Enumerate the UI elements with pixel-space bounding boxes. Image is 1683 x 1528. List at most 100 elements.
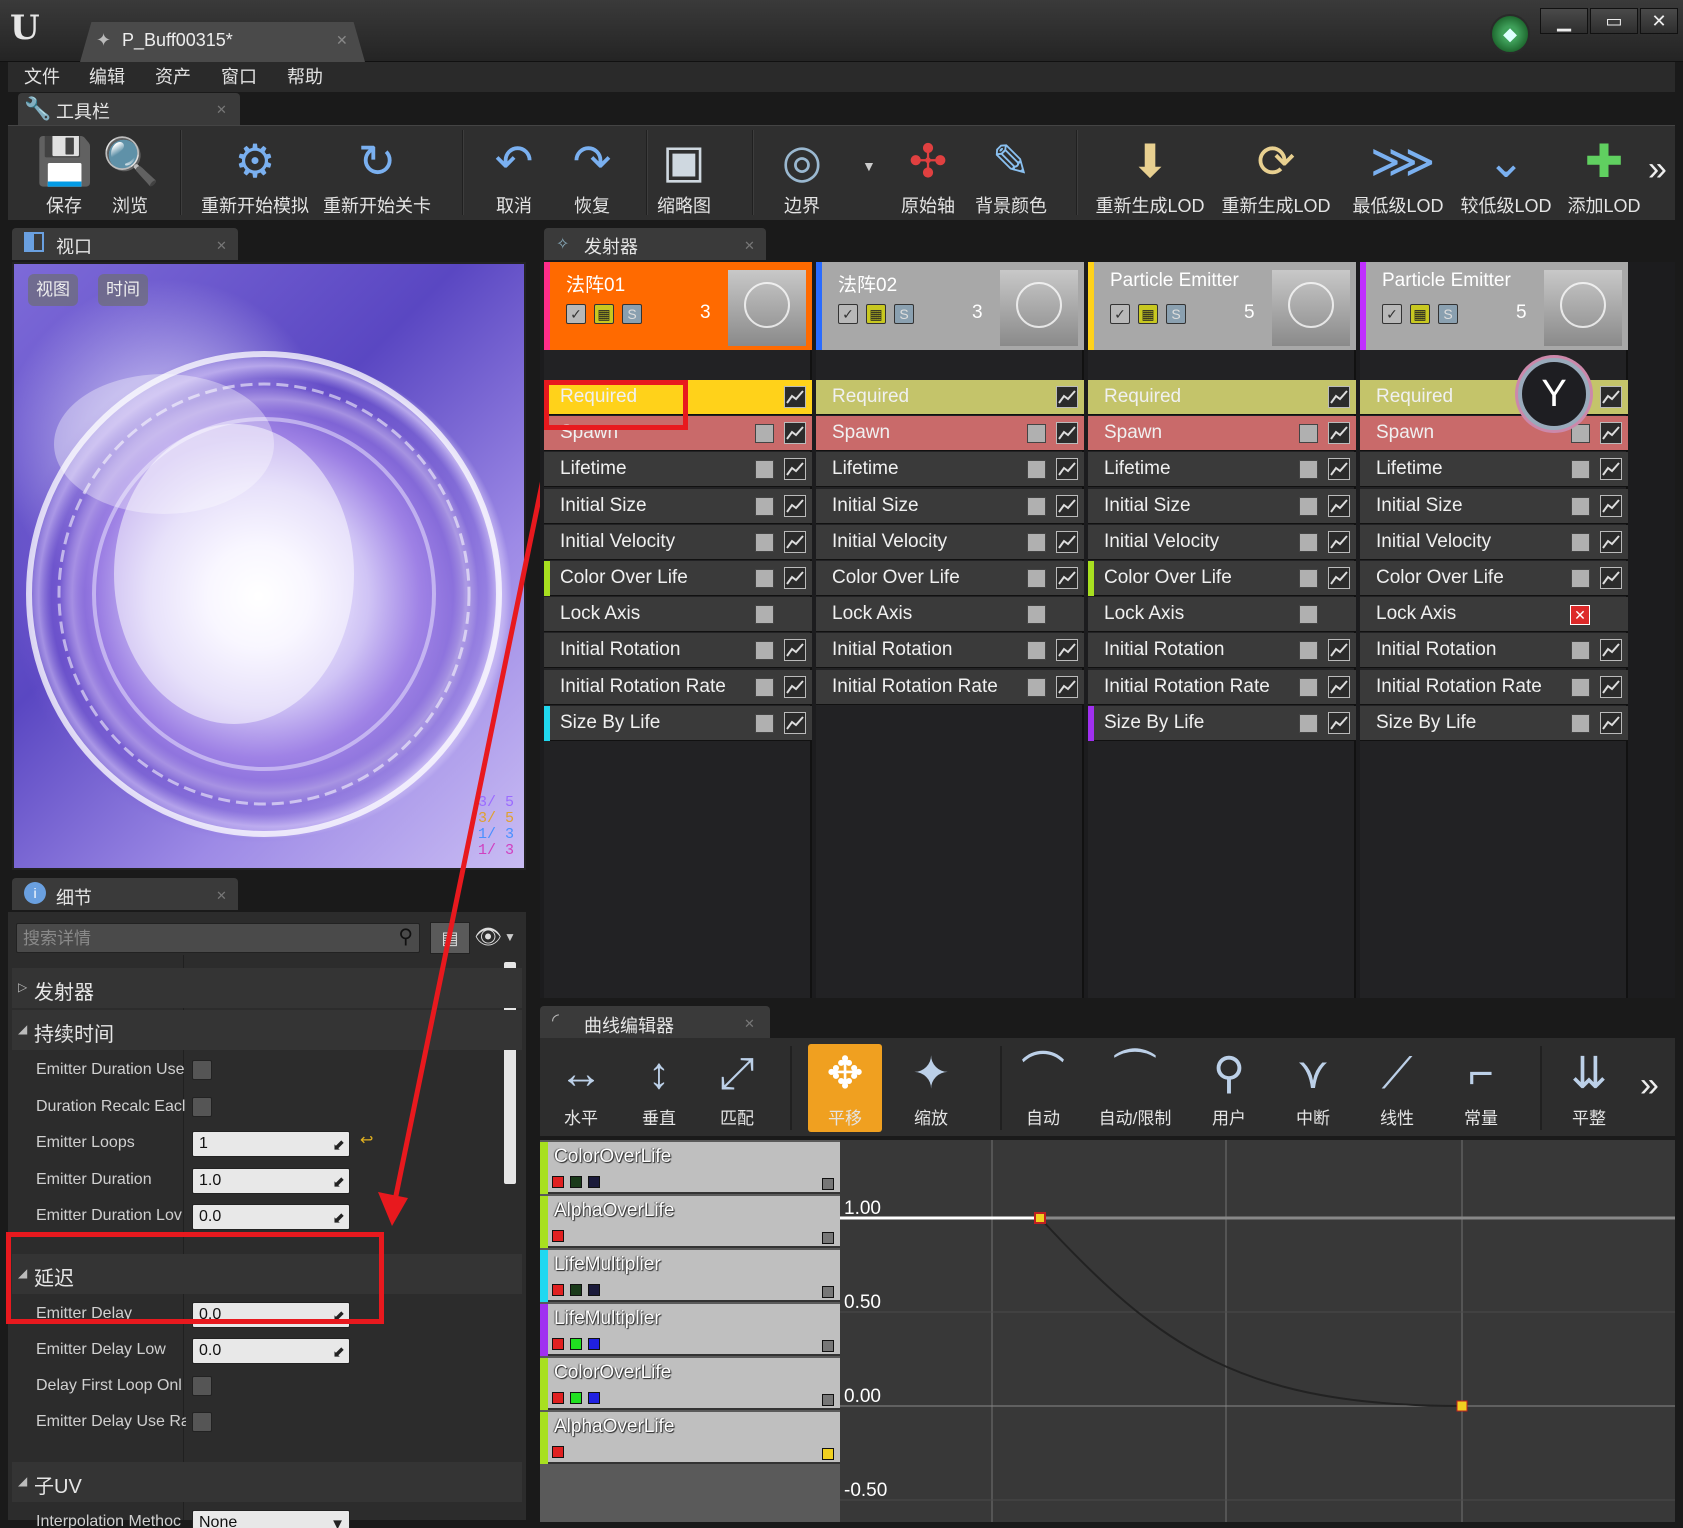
module-row[interactable]: Initial Rotation Rate	[1088, 669, 1356, 705]
module-curve-icon[interactable]	[1056, 386, 1078, 408]
module-enabled-checkbox[interactable]	[755, 460, 774, 480]
module-enabled-checkbox[interactable]	[1571, 569, 1590, 588]
module-enabled-checkbox[interactable]	[1027, 460, 1046, 480]
curve-tool-fit-horizontal[interactable]: ↔ 水平	[542, 1044, 620, 1132]
emitter-header[interactable]: 法阵02 3 ✓ ▦ S	[816, 262, 1084, 350]
curve-visibility-toggle[interactable]	[822, 1340, 834, 1352]
module-curve-icon[interactable]	[784, 567, 806, 589]
curve-list-item[interactable]: AlphaOverLife	[540, 1412, 840, 1464]
module-curve-icon[interactable]	[1600, 567, 1622, 589]
module-row[interactable]: Initial Rotation	[816, 633, 1084, 669]
module-enabled-checkbox[interactable]	[1571, 496, 1590, 516]
module-enabled-checkbox[interactable]	[755, 532, 774, 552]
module-row[interactable]: Initial Rotation Rate	[1360, 669, 1628, 705]
curve-tool-fit[interactable]: ⤢ 匹配	[698, 1044, 776, 1132]
curve-tool-linear[interactable]: ⟋ 线性	[1358, 1044, 1436, 1132]
module-curve-icon[interactable]	[1600, 458, 1622, 481]
module-curve-icon[interactable]	[1328, 386, 1350, 408]
module-enabled-checkbox[interactable]	[755, 496, 774, 516]
module-curve-icon[interactable]	[784, 386, 806, 408]
module-curve-icon[interactable]	[784, 494, 806, 517]
module-curve-icon[interactable]	[1056, 458, 1078, 481]
module-curve-icon[interactable]	[784, 711, 806, 734]
module-curve-icon[interactable]	[1600, 675, 1622, 698]
module-curve-icon[interactable]	[1328, 494, 1350, 517]
curve-visibility-toggle[interactable]	[822, 1178, 834, 1190]
module-enabled-checkbox[interactable]	[755, 605, 774, 625]
emitter-column[interactable]: Particle Emitter 5 ✓ ▦ S Required Spawn Lifetim…	[1088, 262, 1356, 998]
curve-tool-fit-vertical[interactable]: ↕ 垂直	[620, 1044, 698, 1132]
curve-channel-toggle[interactable]	[588, 1338, 600, 1350]
module-row[interactable]: Size By Life	[1088, 705, 1356, 741]
module-row[interactable]: Initial Rotation	[1088, 633, 1356, 669]
module-curve-icon[interactable]	[1328, 675, 1350, 698]
module-row[interactable]: Lifetime	[544, 452, 812, 488]
module-curve-icon[interactable]	[1056, 422, 1078, 445]
curve-channel-toggle[interactable]	[570, 1284, 582, 1296]
module-curve-icon[interactable]	[784, 458, 806, 481]
curve-visibility-toggle[interactable]	[822, 1286, 834, 1298]
module-row[interactable]: Initial Velocity	[1088, 524, 1356, 560]
module-row[interactable]: Required	[816, 380, 1084, 415]
emitters-tab-close-icon[interactable]: ✕	[744, 238, 755, 254]
module-row[interactable]: Spawn	[816, 416, 1084, 452]
emitter-header[interactable]: Particle Emitter 5 ✓ ▦ S	[1088, 262, 1356, 350]
curve-tool-user-tangent[interactable]: ⚲ 用户	[1190, 1044, 1268, 1132]
curve-list-item[interactable]: LifeMultiplier	[540, 1250, 840, 1302]
module-enabled-checkbox[interactable]	[1571, 677, 1590, 697]
module-curve-icon[interactable]	[784, 675, 806, 698]
module-enabled-checkbox[interactable]	[1027, 641, 1046, 661]
emitter-solo-icon[interactable]: S	[1438, 304, 1458, 324]
curve-channel-toggle[interactable]	[570, 1338, 582, 1350]
module-row[interactable]: Initial Rotation	[1360, 633, 1628, 669]
module-row[interactable]: Lifetime	[1088, 452, 1356, 488]
module-disabled-icon[interactable]: ✕	[1570, 605, 1590, 626]
curve-channel-toggle[interactable]	[552, 1176, 564, 1188]
module-enabled-checkbox[interactable]	[1027, 605, 1046, 625]
curve-tool-constant[interactable]: ⌐ 常量	[1442, 1044, 1520, 1132]
curve-tool-auto-tangent[interactable]: ⌒ 自动	[1004, 1044, 1082, 1132]
module-curve-icon[interactable]	[784, 422, 806, 445]
emitter-render-mode-icon[interactable]: ▦	[866, 304, 886, 324]
curve-editor-tab-close-icon[interactable]: ✕	[744, 1016, 755, 1032]
curve-channel-toggle[interactable]	[552, 1338, 564, 1350]
module-enabled-checkbox[interactable]	[755, 641, 774, 661]
module-enabled-checkbox[interactable]	[755, 677, 774, 697]
module-row[interactable]: Lifetime	[816, 452, 1084, 488]
emitter-enabled-checkbox[interactable]: ✓	[566, 304, 586, 324]
module-enabled-checkbox[interactable]	[1571, 424, 1590, 444]
module-enabled-checkbox[interactable]	[755, 713, 774, 733]
module-row[interactable]: Initial Size	[1088, 488, 1356, 524]
curve-channel-toggle[interactable]	[570, 1176, 582, 1188]
module-enabled-checkbox[interactable]	[1299, 569, 1318, 588]
emitter-solo-icon[interactable]: S	[894, 304, 914, 324]
module-row[interactable]: Spawn	[1088, 416, 1356, 452]
module-row[interactable]: Initial Velocity	[1360, 524, 1628, 560]
emitter-header[interactable]: 法阵01 3 ✓ ▦ S	[544, 262, 812, 350]
module-row[interactable]: Initial Size	[1360, 488, 1628, 524]
module-enabled-checkbox[interactable]	[1027, 677, 1046, 697]
module-row[interactable]: Lock Axis	[1088, 597, 1356, 633]
emitter-solo-icon[interactable]: S	[1166, 304, 1186, 324]
module-row[interactable]: Initial Velocity	[816, 524, 1084, 560]
module-row[interactable]: Color Over Life	[816, 561, 1084, 596]
curve-visibility-toggle[interactable]	[822, 1448, 834, 1460]
module-row[interactable]: Initial Rotation	[544, 633, 812, 669]
emitter-render-mode-icon[interactable]: ▦	[1138, 304, 1158, 324]
emitter-enabled-checkbox[interactable]: ✓	[1382, 304, 1402, 324]
emitter-column[interactable]: 法阵01 3 ✓ ▦ S Required Spawn Lifetime Initial Siz…	[544, 262, 812, 998]
module-curve-icon[interactable]	[1600, 386, 1622, 408]
emitter-column[interactable]: Particle Emitter 5 ✓ ▦ S Required Spawn Lifetim…	[1360, 262, 1628, 998]
emitter-enabled-checkbox[interactable]: ✓	[1110, 304, 1130, 324]
module-curve-icon[interactable]	[1056, 639, 1078, 662]
module-enabled-checkbox[interactable]	[1571, 713, 1590, 733]
module-curve-icon[interactable]	[1328, 639, 1350, 662]
module-enabled-checkbox[interactable]	[1299, 641, 1318, 661]
module-row[interactable]: Initial Size	[544, 488, 812, 524]
module-curve-icon[interactable]	[1600, 530, 1622, 553]
curve-tool-auto-clamped[interactable]: ⏜ 自动/限制	[1096, 1044, 1174, 1132]
curve-visibility-toggle[interactable]	[822, 1394, 834, 1406]
curve-list-item[interactable]: ColorOverLife	[540, 1142, 840, 1194]
curve-graph[interactable]: 1.00 0.50 0.00 -0.50	[840, 1140, 1675, 1522]
module-enabled-checkbox[interactable]	[1299, 424, 1318, 444]
